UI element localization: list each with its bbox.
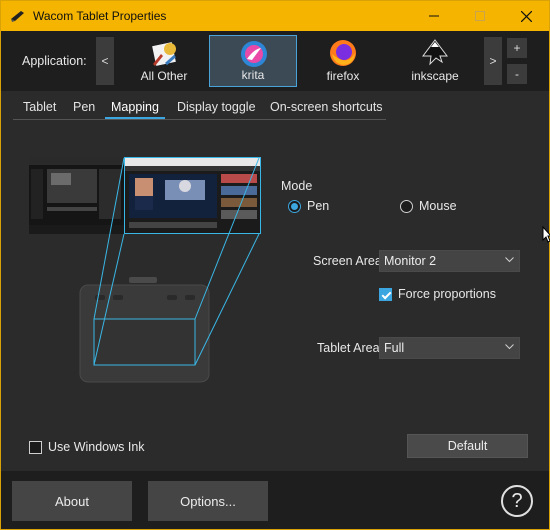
screen-preview [29,157,261,234]
tablet-area-value: Full [384,341,405,355]
tab-display-toggle[interactable]: Display toggle [171,97,262,119]
title-bar[interactable]: Wacom Tablet Properties [1,1,549,31]
app-tile-inkscape[interactable]: inkscape [391,35,479,87]
tablet-area-label: Tablet Area: [317,341,384,355]
firefox-icon [328,38,358,68]
inkscape-icon [420,38,450,68]
screen-area-select[interactable]: Monitor 2 [379,250,520,272]
use-windows-ink-checkbox[interactable]: Use Windows Ink [29,440,145,454]
close-icon [520,10,532,22]
krita-icon [239,39,269,69]
radio-indicator [288,199,301,213]
monitor-1-thumbnail[interactable] [29,157,124,234]
mode-pen-label: Pen [307,199,330,213]
application-label: Application: [22,54,87,68]
app-tile-label: krita [241,68,265,82]
app-tile-krita[interactable]: krita [209,35,297,87]
mouse-cursor-icon [542,225,550,244]
scroll-left-button[interactable]: < [96,37,114,85]
scroll-right-button[interactable]: > [484,37,502,85]
footer-bar: About Options... ? [1,471,549,529]
close-button[interactable] [503,1,549,31]
maximize-button[interactable] [457,1,503,31]
mode-pen-radio[interactable]: Pen [288,199,329,213]
screen-area-label: Screen Area: [313,254,386,268]
tablet-illustration [79,277,210,383]
tab-pen[interactable]: Pen [67,97,101,119]
chevron-down-icon [505,341,514,353]
tab-divider [13,119,386,120]
monitor-2-thumbnail[interactable] [124,157,261,234]
mode-title: Mode [281,179,313,193]
tab-tablet[interactable]: Tablet [17,97,62,119]
screen-area-value: Monitor 2 [384,254,437,268]
maximize-icon [475,11,485,21]
minimize-button[interactable] [411,1,457,31]
checkbox-indicator [29,440,42,454]
radio-indicator [400,199,413,213]
help-button[interactable]: ? [501,485,533,517]
force-proportions-checkbox[interactable]: Force proportions [379,287,496,301]
about-button[interactable]: About [12,481,132,521]
app-tile-label: inkscape [411,69,459,83]
remove-application-button[interactable]: - [507,64,527,84]
help-icon: ? [511,489,523,512]
add-application-button[interactable]: + [507,38,527,58]
tablet-area-select[interactable]: Full [379,337,520,359]
force-proportions-label: Force proportions [398,287,496,301]
app-tile-all-other[interactable]: All Other [120,35,208,87]
mode-mouse-label: Mouse [419,199,457,213]
window-title: Wacom Tablet Properties [33,9,167,23]
default-button[interactable]: Default [407,434,528,458]
use-windows-ink-label: Use Windows Ink [48,440,145,454]
mode-mouse-radio[interactable]: Mouse [400,199,457,213]
minimize-icon [429,15,439,17]
chevron-down-icon [505,254,514,266]
all-other-apps-icon [149,38,179,68]
tab-on-screen-shortcuts[interactable]: On-screen shortcuts [264,97,389,119]
options-button[interactable]: Options... [148,481,268,521]
app-tile-label: firefox [326,69,360,83]
tab-mapping[interactable]: Mapping [105,97,165,119]
wacom-properties-window: Wacom Tablet Properties Application: < A… [0,0,550,530]
app-tile-firefox[interactable]: firefox [299,35,387,87]
checkbox-indicator [379,287,392,301]
app-tile-label: All Other [140,69,188,83]
application-bar: Application: < All Other krita firefox i… [1,31,549,91]
wacom-pen-icon [10,9,26,23]
